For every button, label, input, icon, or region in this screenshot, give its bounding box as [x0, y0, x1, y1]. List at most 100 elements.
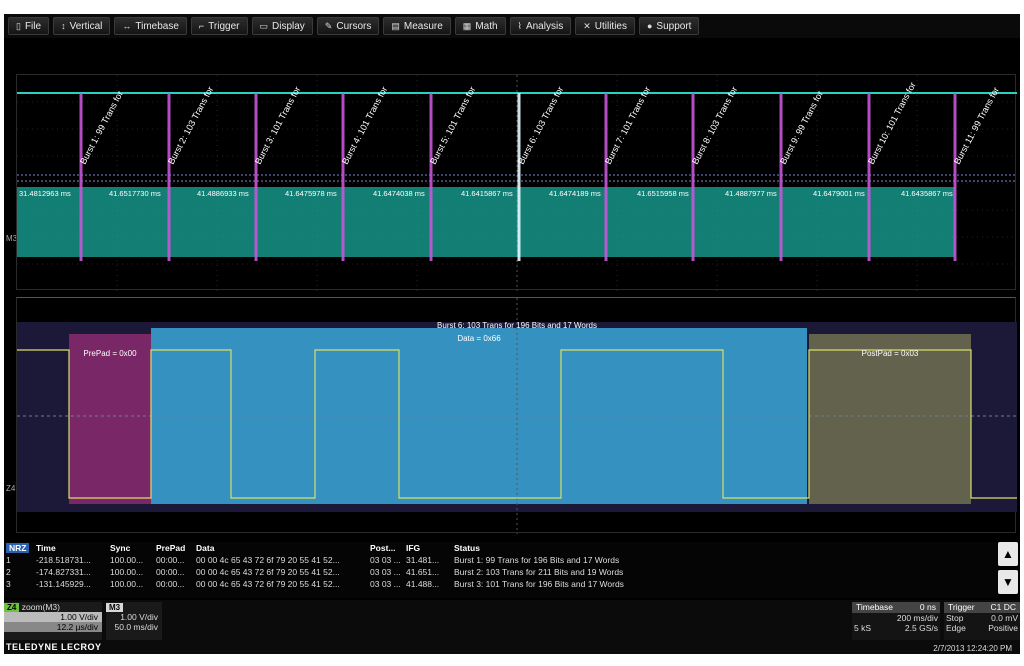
interval-label: 41.4886933 ms [197, 189, 249, 198]
table-cell-sync: 100.00... [110, 579, 144, 589]
table-header-cell[interactable]: Post... [368, 543, 404, 553]
table-cell-post: 03 03 ... [370, 555, 401, 565]
vertical-icon: ↕ [61, 21, 66, 31]
m3-tdiv: 50.0 ms/div [114, 622, 158, 632]
interval-label: 41.4887977 ms [725, 189, 777, 198]
table-header-cell[interactable]: Data [194, 543, 368, 553]
menu-trigger-button[interactable]: ⌐ Trigger [190, 17, 248, 35]
file-icon: ▯ [16, 20, 21, 31]
burst-marker [867, 93, 871, 261]
cursors-icon: ✎ [324, 20, 333, 31]
z4-vdiv: 1.00 V/div [4, 612, 102, 622]
interval-label: 41.6475978 ms [285, 189, 337, 198]
table-row[interactable]: 1 -218.518731... 100.00... 00:00... 00 00 4c… [4, 554, 998, 566]
burst-marker [429, 93, 433, 261]
z4-tag: Z4 [4, 603, 20, 612]
table-header-cell[interactable]: PrePad [154, 543, 194, 553]
menu-cursors-button[interactable]: ✎ Cursors [316, 17, 380, 35]
menu-file-button[interactable]: ▯ File [8, 17, 50, 35]
timebase-descriptor[interactable]: Timebase 0 ns 200 ms/div 5 kS 2.5 GS/s [852, 602, 940, 640]
menu-support-button[interactable]: ● Support [638, 17, 700, 35]
table-header-cell[interactable]: IFG [404, 543, 452, 553]
postpad-region [809, 334, 971, 504]
measure-icon: ▤ [391, 20, 400, 31]
burst-title-label: Burst 6: 103 Trans for 196 Bits and 17 W… [437, 321, 597, 330]
table-cell-time: -131.145929... [36, 579, 91, 589]
timebase-rate: 2.5 GS/s [904, 623, 938, 633]
table-scroll-buttons: ▲ ▼ [998, 542, 1018, 598]
burst-marker [254, 93, 258, 261]
prepad-value-label: PrePad = 0x00 [83, 349, 137, 358]
menu-label: Measure [403, 20, 443, 32]
table-cell-idx: 2 [6, 567, 11, 577]
m3-descriptor[interactable]: M3 1.00 V/div 50.0 ms/div [106, 602, 162, 640]
trigger-slope: Positive [988, 623, 1018, 633]
table-cell-time: -218.518731... [36, 555, 91, 565]
zoom-waveform-svg: Burst 6: 103 Trans for 196 Bits and 17 W… [17, 298, 1017, 534]
table-cell-ifg: 41.488... [406, 579, 440, 589]
zoom-waveform-grid[interactable]: Burst 6: 103 Trans for 196 Bits and 17 W… [16, 297, 1017, 534]
table-row[interactable]: 3 -131.145929... 100.00... 00:00... 00 00 4c… [4, 578, 998, 590]
table-cell-data: 00 00 4c 65 43 72 6f 79 20 55 41 52... [196, 555, 340, 565]
table-cell-ifg: 41.651... [406, 567, 440, 577]
descriptor-panel: Z4 zoom(M3) 1.00 V/div 12.2 µs/div M3 1.… [4, 600, 1020, 654]
menu-measure-button[interactable]: ▤ Measure [383, 17, 451, 35]
interval-label: 41.6515958 ms [637, 189, 689, 198]
table-cell-post: 03 03 ... [370, 567, 401, 577]
trigger-title: Trigger [948, 602, 975, 612]
table-row[interactable]: 2 -174.827331... 100.00... 00:00... 00 00 4c… [4, 566, 998, 578]
top-waveform-svg: Burst 1: 99 Trans for Burst 2: 103 Trans … [17, 75, 1017, 291]
burst-marker [341, 93, 345, 261]
burst-marker [517, 93, 521, 261]
interval-label: 31.4812963 ms [19, 189, 71, 198]
trigger-icon: ⌐ [198, 21, 205, 31]
timebase-title: Timebase [856, 602, 894, 612]
burst-label: Burst 4: 101 Trans for [340, 85, 389, 166]
interval-label: 41.6474038 ms [373, 189, 425, 198]
scroll-down-button[interactable]: ▼ [998, 570, 1018, 594]
burst-marker [691, 93, 695, 261]
table-cell-status: Burst 2: 103 Trans for 211 Bits and 19 W… [454, 567, 624, 577]
menu-vertical-button[interactable]: ↕ Vertical [53, 17, 111, 35]
analysis-icon: ⌇ [517, 20, 522, 31]
burst-marker [167, 93, 171, 261]
z4-descriptor[interactable]: Z4 zoom(M3) 1.00 V/div 12.2 µs/div [4, 602, 102, 640]
date-time: 2/7/2013 12:24:20 PM [933, 644, 1012, 653]
table-cell-status: Burst 1: 99 Trans for 196 Bits and 17 Wo… [454, 555, 620, 565]
table-cell-post: 03 03 ... [370, 579, 401, 589]
interval-label: 41.6435867 ms [901, 189, 953, 198]
burst-marker [953, 93, 957, 261]
table-cell-prepad: 00:00... [156, 567, 185, 577]
table-cell-prepad: 00:00... [156, 579, 185, 589]
scroll-up-button[interactable]: ▲ [998, 542, 1018, 566]
menu-timebase-button[interactable]: ↔ Timebase [114, 17, 187, 35]
burst-marker [604, 93, 608, 261]
table-header-cell[interactable]: Time [34, 543, 108, 553]
menu-analysis-button[interactable]: ⌇ Analysis [509, 17, 572, 35]
menu-label: Utilities [594, 20, 627, 32]
data-value-label: Data = 0x66 [457, 334, 501, 343]
burst-label: Burst 8: 103 Trans for [690, 85, 739, 166]
interval-label: 41.6517730 ms [109, 189, 161, 198]
table-header-cell[interactable]: Status [452, 543, 752, 553]
postpad-value-label: PostPad = 0x03 [862, 349, 919, 358]
menu-utilities-button[interactable]: ✕ Utilities [575, 17, 635, 35]
utilities-icon: ✕ [583, 20, 591, 31]
table-tag-cell: NRZ [4, 543, 34, 553]
top-waveform-grid[interactable]: Burst 1: 99 Trans for Burst 2: 103 Trans … [16, 74, 1017, 291]
brand-logo: TELEDYNE LECROY [6, 642, 102, 652]
m3-tag: M3 [106, 603, 124, 612]
timebase-offset: 0 ns [919, 602, 936, 612]
menu-display-button[interactable]: ▭ Display [251, 17, 313, 35]
menu-math-button[interactable]: ▦ Math [454, 17, 506, 35]
trigger-channels: C1 DC [990, 602, 1016, 612]
table-header-cell[interactable]: Sync [108, 543, 154, 553]
table-cell-idx: 1 [6, 555, 11, 565]
burst-label: Burst 3: 101 Trans for [253, 85, 302, 166]
table-cell-data: 00 00 4c 65 43 72 6f 79 20 55 41 52... [196, 567, 340, 577]
menu-label: File [24, 20, 42, 32]
menu-bar: ▯ File ↕ Vertical ↔ Timebase ⌐ Trigger ▭ Display ✎… [4, 14, 1020, 38]
nrz-tag[interactable]: NRZ [6, 543, 30, 553]
trigger-descriptor[interactable]: Trigger C1 DC Stop 0.0 mV Edge Positive [944, 602, 1020, 640]
table-cell-time: -174.827331... [36, 567, 91, 577]
